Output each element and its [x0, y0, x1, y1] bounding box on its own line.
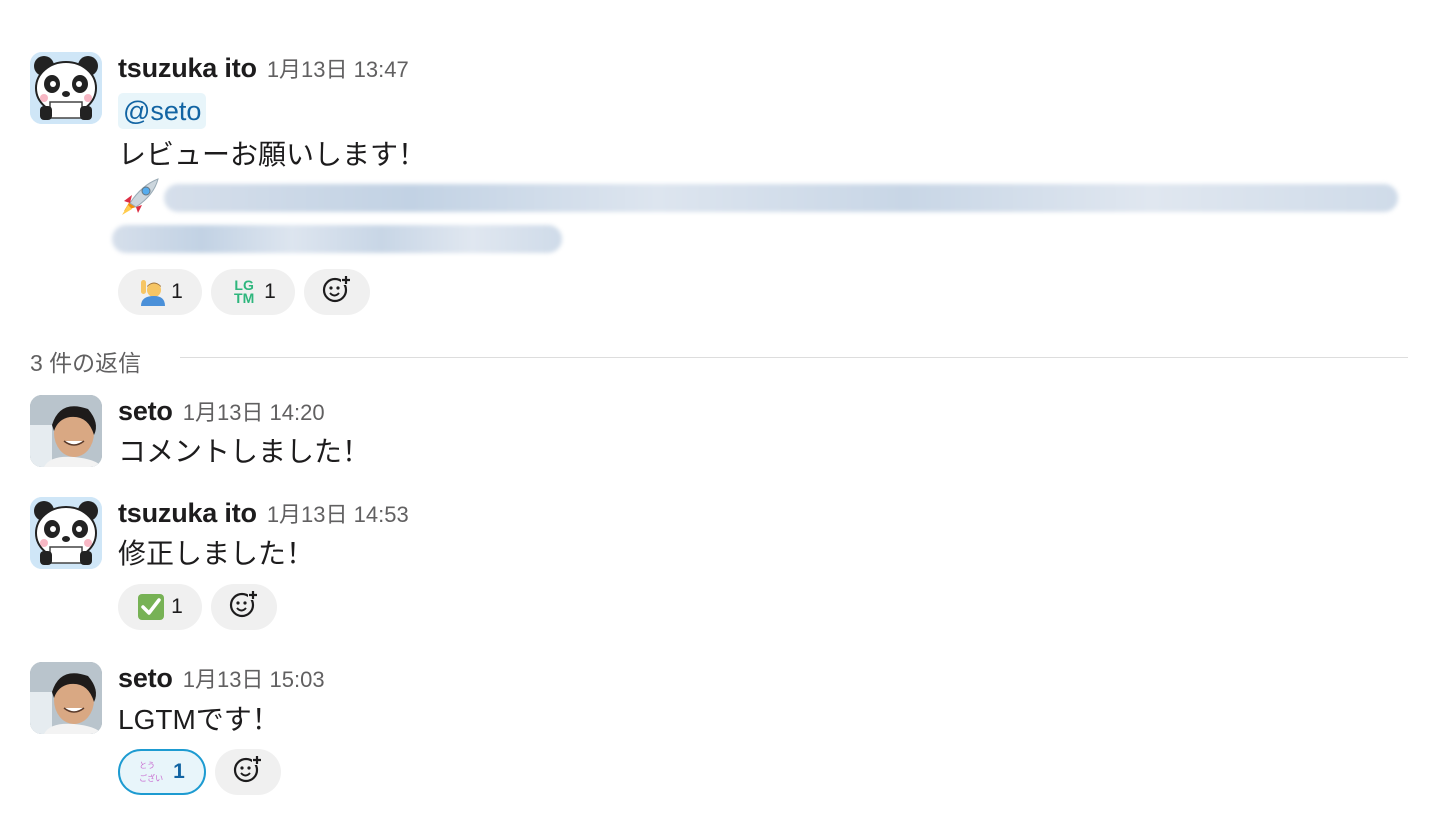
user-photo-icon	[30, 662, 102, 734]
author-name[interactable]: tsuzuka ito	[118, 498, 257, 528]
check-mark-button-icon	[137, 593, 165, 621]
person-raising-hand-icon	[137, 278, 166, 306]
user-photo-icon	[30, 395, 102, 467]
reaction-count: 1	[264, 280, 276, 303]
avatar-tsuzuka-ito[interactable]	[30, 497, 102, 569]
reaction-person-raising-hand[interactable]: 1	[118, 269, 202, 315]
thread-divider: 3 件の返信	[30, 342, 1408, 378]
reaction-bar: 1	[118, 584, 277, 630]
lgtm-icon-text-bottom: TM	[234, 290, 255, 306]
rocket-icon	[116, 177, 160, 217]
reaction-arigatou[interactable]: ありがとう ございます 1	[118, 749, 206, 795]
message-text: コメントしました！	[118, 436, 371, 467]
timestamp[interactable]: 1月13日 14:20	[183, 400, 325, 425]
add-reaction-icon	[321, 273, 353, 311]
author-name[interactable]: seto	[118, 396, 173, 426]
reaction-count: 1	[171, 595, 183, 618]
user-mention[interactable]: @seto	[118, 93, 207, 129]
panda-avatar-icon	[30, 52, 102, 124]
panda-avatar-icon	[30, 497, 102, 569]
timestamp[interactable]: 1月13日 15:03	[183, 667, 325, 692]
reaction-bar: ありがとう ございます 1	[118, 749, 281, 795]
timestamp[interactable]: 1月13日 13:47	[267, 57, 409, 82]
reply-count-label: 3 件の返信	[30, 344, 162, 378]
add-reaction-button[interactable]	[304, 269, 370, 315]
divider-line	[180, 357, 1408, 358]
reaction-count: 1	[171, 280, 183, 303]
lgtm-icon: LG TM	[230, 278, 258, 306]
message-text: レビューお願いします！	[118, 139, 427, 170]
message-text: 修正しました！	[118, 538, 315, 569]
avatar-tsuzuka-ito[interactable]	[30, 52, 102, 124]
reaction-check-mark[interactable]: 1	[118, 584, 202, 630]
reaction-lgtm[interactable]: LG TM 1	[211, 269, 295, 315]
author-name[interactable]: tsuzuka ito	[118, 53, 257, 83]
avatar-seto[interactable]	[30, 662, 102, 734]
blurred-link[interactable]	[164, 184, 1398, 212]
timestamp[interactable]: 1月13日 14:53	[267, 502, 409, 527]
add-reaction-button[interactable]	[215, 749, 281, 795]
add-reaction-icon	[232, 753, 264, 791]
reaction-count: 1	[173, 760, 185, 783]
reaction-bar: 1 LG TM 1	[118, 269, 370, 315]
arigatou-gozaimasu-icon: ありがとう ございます	[139, 758, 167, 786]
message-text: LGTMです！	[118, 704, 280, 735]
add-reaction-icon	[228, 588, 260, 626]
add-reaction-button[interactable]	[211, 584, 277, 630]
arigatou-icon-text-top: ありがとう	[139, 761, 156, 770]
arigatou-icon-text-bottom: ございます	[139, 774, 164, 783]
avatar-seto[interactable]	[30, 395, 102, 467]
author-name[interactable]: seto	[118, 663, 173, 693]
blurred-link-continuation[interactable]	[112, 225, 562, 253]
